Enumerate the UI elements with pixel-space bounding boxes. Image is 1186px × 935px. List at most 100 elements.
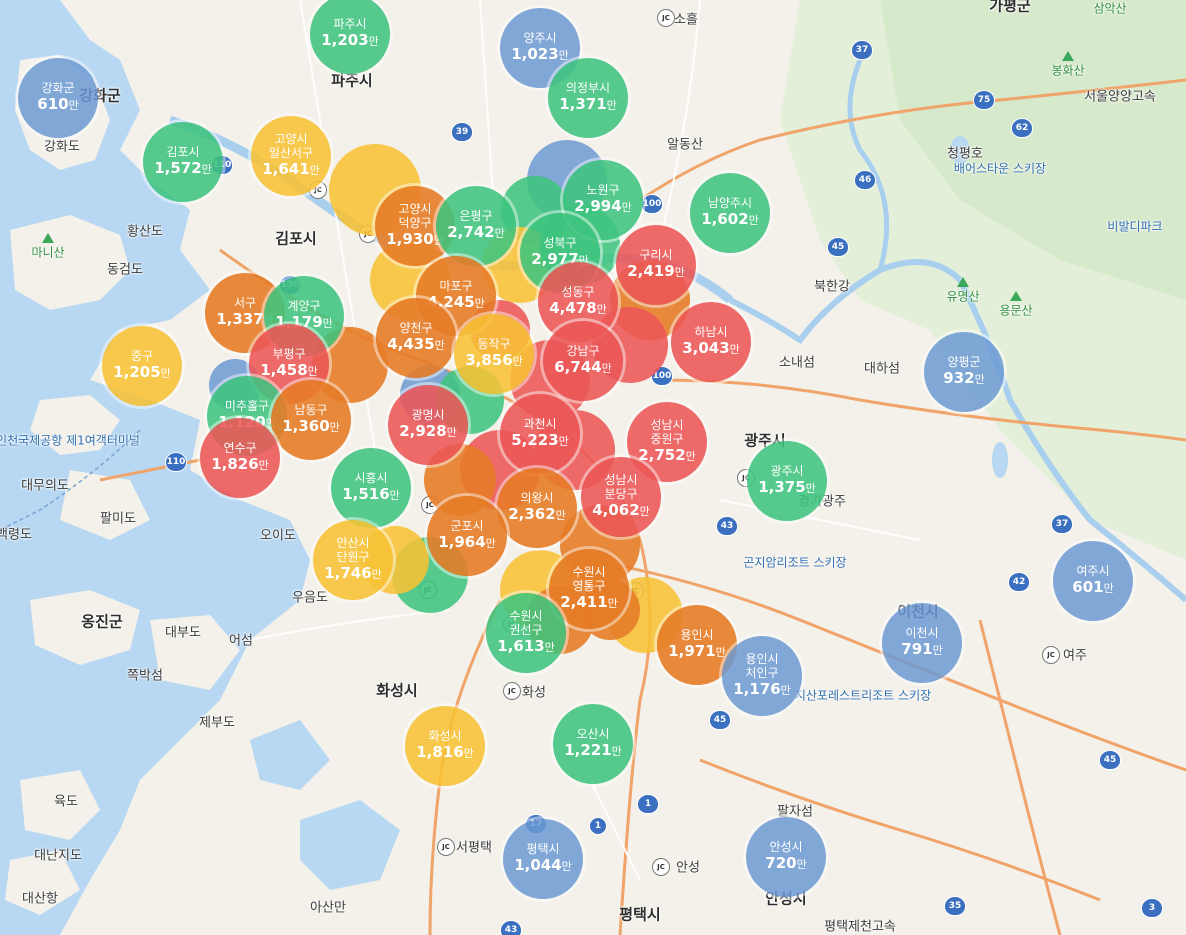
region-name: 수원시 — [509, 609, 543, 623]
region-bubble[interactable]: 시흥시 1,516만 — [331, 448, 411, 528]
region-name: 남양주시 — [707, 196, 753, 210]
junction-icon: JC — [1042, 646, 1060, 664]
region-bubble[interactable]: 하남시 3,043만 — [671, 302, 751, 382]
region-bubble[interactable]: 화성시 1,816만 — [405, 706, 485, 786]
region-name: 남동구 — [294, 403, 328, 417]
value-unit: 만 — [258, 459, 269, 472]
value-unit: 만 — [639, 505, 650, 518]
region-bubble[interactable]: 광주시 1,375만 — [747, 441, 827, 521]
value-unit: 만 — [555, 509, 566, 522]
highway-shield-icon: 46 — [854, 170, 876, 190]
region-value: 2,419만 — [627, 262, 685, 282]
region-name: 군포시 — [450, 519, 484, 533]
value-number: 1,964 — [438, 533, 486, 551]
value-number: 2,928 — [399, 422, 447, 440]
highway-shield-icon: 110 — [165, 452, 187, 472]
region-bubble[interactable]: 고양시 일산서구 1,641만 — [251, 116, 331, 196]
value-number: 1,930 — [386, 230, 434, 248]
value-unit: 만 — [201, 163, 212, 176]
value-unit: 만 — [512, 355, 523, 368]
region-value: 5,223만 — [511, 431, 569, 451]
highway-shield-icon: 39 — [451, 122, 473, 142]
value-unit: 만 — [607, 597, 618, 610]
value-number: 1,176 — [733, 680, 781, 698]
region-bubble[interactable]: 성남시 분당구 4,062만 — [581, 457, 661, 537]
value-unit: 만 — [729, 343, 740, 356]
region-bubble[interactable]: 군포시 1,964만 — [427, 496, 507, 576]
region-bubble[interactable]: 구리시 2,419만 — [616, 225, 696, 305]
value-unit: 만 — [748, 214, 759, 227]
highway-shield-icon: 1 — [589, 817, 607, 835]
region-bubble[interactable]: 의정부시 1,371만 — [548, 58, 628, 138]
region-value: 2,928만 — [399, 422, 457, 442]
region-name: 의정부시 — [565, 81, 611, 95]
mountain-icon — [957, 277, 969, 287]
value-number: 4,062 — [592, 501, 640, 519]
region-bubble[interactable]: 과천시 5,223만 — [500, 394, 580, 474]
region-value: 1,203만 — [321, 31, 379, 51]
region-bubble[interactable]: 연수구 1,826만 — [200, 418, 280, 498]
region-bubble[interactable]: 강화군 610만 — [18, 58, 98, 138]
region-bubble[interactable]: 양평군 932만 — [924, 332, 1004, 412]
value-number: 1,816 — [416, 743, 464, 761]
value-unit: 만 — [371, 568, 382, 581]
region-value: 932만 — [943, 369, 984, 389]
region-name: 김포시 — [166, 145, 200, 159]
region-value: 6,744만 — [554, 358, 612, 378]
region-value: 3,043만 — [682, 339, 740, 359]
region-value: 791만 — [901, 640, 942, 660]
region-bubble[interactable]: 안산시 단원구 1,746만 — [313, 520, 393, 600]
highway-shield-icon: 35 — [944, 896, 966, 916]
region-bubble[interactable]: 안성시 720만 — [746, 817, 826, 897]
value-number: 1,458 — [260, 361, 308, 379]
region-value: 601만 — [1072, 578, 1113, 598]
value-number: 4,478 — [549, 299, 597, 317]
region-bubble[interactable]: 용인시 처인구 1,176만 — [722, 636, 802, 716]
highway-shield-icon: 75 — [973, 90, 995, 110]
region-bubble[interactable]: 광명시 2,928만 — [388, 385, 468, 465]
value-number: 1,023 — [511, 45, 559, 63]
region-value: 2,411만 — [560, 593, 618, 613]
region-value: 4,435만 — [387, 335, 445, 355]
mountain-icon — [1010, 291, 1022, 301]
region-bubble[interactable]: 이천시 791만 — [882, 603, 962, 683]
region-value: 1,023만 — [511, 45, 569, 65]
region-name: 계양구 — [287, 299, 321, 313]
highway-shield-icon: 43 — [716, 516, 738, 536]
value-unit: 만 — [434, 339, 445, 352]
region-bubble[interactable]: 강남구 6,744만 — [543, 321, 623, 401]
region-name: 의왕시 — [520, 491, 554, 505]
value-number: 2,994 — [574, 197, 622, 215]
map-view[interactable]: 가평군 삼악산 봉화산 서울양양고속 파주시 강화군 강화도 배어스타운 스키장 청평호 알동산 김… — [0, 0, 1186, 935]
region-name: 광주시 — [770, 464, 804, 478]
region-bubble[interactable]: 은평구 2,742만 — [436, 186, 516, 266]
value-number: 610 — [37, 95, 69, 113]
value-unit: 만 — [805, 482, 816, 495]
region-bubble[interactable]: 여주시 601만 — [1053, 541, 1133, 621]
region-bubble[interactable]: 평택시 1,044만 — [503, 819, 583, 899]
value-number: 1,826 — [211, 455, 259, 473]
value-number: 1,371 — [559, 95, 607, 113]
region-bubble[interactable]: 중구 1,205만 — [102, 326, 182, 406]
value-number: 1,971 — [668, 642, 716, 660]
region-bubble[interactable]: 남양주시 1,602만 — [690, 173, 770, 253]
value-unit: 만 — [68, 99, 79, 112]
region-value: 4,062만 — [592, 501, 650, 521]
region-bubble[interactable]: 양천구 4,435만 — [376, 298, 456, 378]
value-unit: 만 — [596, 303, 607, 316]
region-bubble[interactable]: 의왕시 2,362만 — [497, 468, 577, 548]
value-number: 1,746 — [324, 564, 372, 582]
value-number: 2,752 — [638, 446, 686, 464]
value-unit: 만 — [309, 164, 320, 177]
value-number: 3,856 — [465, 351, 513, 369]
region-bubble[interactable]: 남동구 1,360만 — [271, 380, 351, 460]
highway-shield-icon: 42 — [1008, 572, 1030, 592]
region-name: 용인시 — [680, 628, 714, 642]
value-unit: 만 — [389, 489, 400, 502]
region-bubble[interactable]: 수원시 권선구 1,613만 — [486, 593, 566, 673]
region-name: 안산시 — [336, 536, 370, 550]
region-bubble[interactable]: 김포시 1,572만 — [143, 122, 223, 202]
value-unit: 만 — [368, 35, 379, 48]
region-bubble[interactable]: 오산시 1,221만 — [553, 704, 633, 784]
region-bubble[interactable]: 동작구 3,856만 — [454, 314, 534, 394]
